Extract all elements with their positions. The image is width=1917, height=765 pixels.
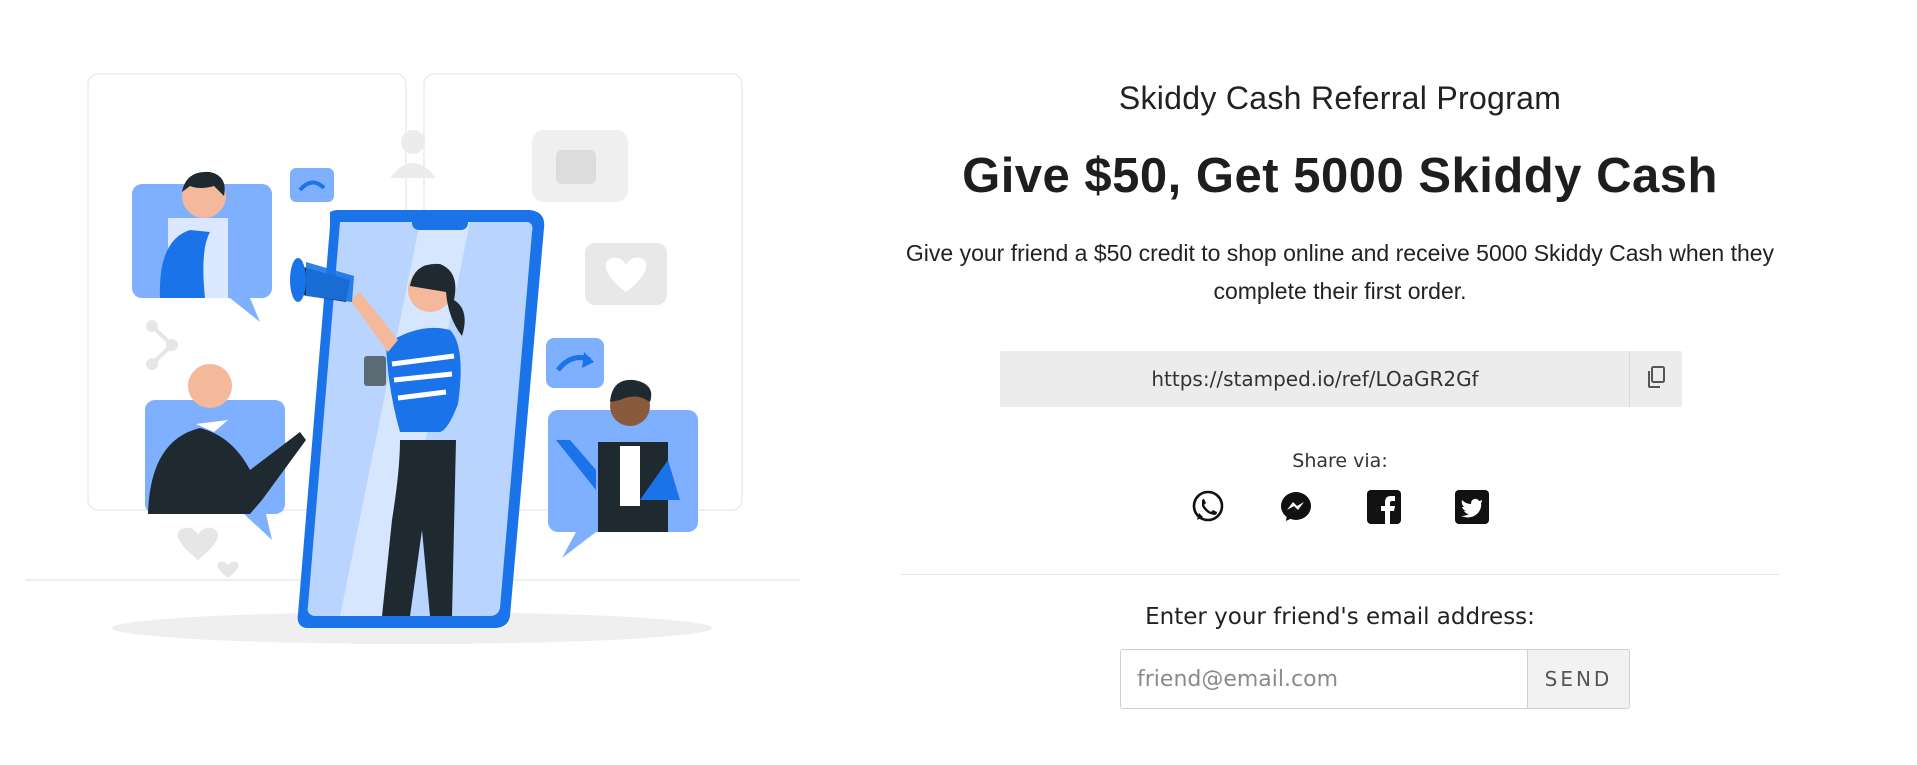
referral-link-box: https://stamped.io/ref/LOaGR2Gf [1000, 351, 1682, 407]
whatsapp-icon[interactable] [1189, 488, 1227, 526]
facebook-icon[interactable] [1365, 488, 1403, 526]
friend-email-input[interactable] [1120, 649, 1528, 709]
friend-email-label: Enter your friend's email address: [1145, 604, 1535, 630]
referral-headline: Give $50, Get 5000 Skiddy Cash [962, 149, 1718, 203]
twitter-icon[interactable] [1453, 488, 1491, 526]
copy-link-button[interactable] [1629, 351, 1682, 407]
program-title: Skiddy Cash Referral Program [1118, 80, 1562, 116]
friend-email-form: SEND [1120, 649, 1632, 709]
section-divider [900, 574, 1780, 575]
referral-illustration [0, 0, 820, 760]
messenger-icon[interactable] [1277, 488, 1315, 526]
send-button[interactable]: SEND [1527, 649, 1630, 709]
copy-icon [1645, 365, 1667, 394]
share-via-label: Share via: [1292, 450, 1388, 472]
referral-description: Give your friend a $50 credit to shop on… [905, 240, 1775, 304]
share-icons-row [900, 488, 1780, 530]
referral-panel: Skiddy Cash Referral Program Give $50, G… [900, 0, 1780, 760]
referral-link-text[interactable]: https://stamped.io/ref/LOaGR2Gf [1000, 351, 1630, 407]
